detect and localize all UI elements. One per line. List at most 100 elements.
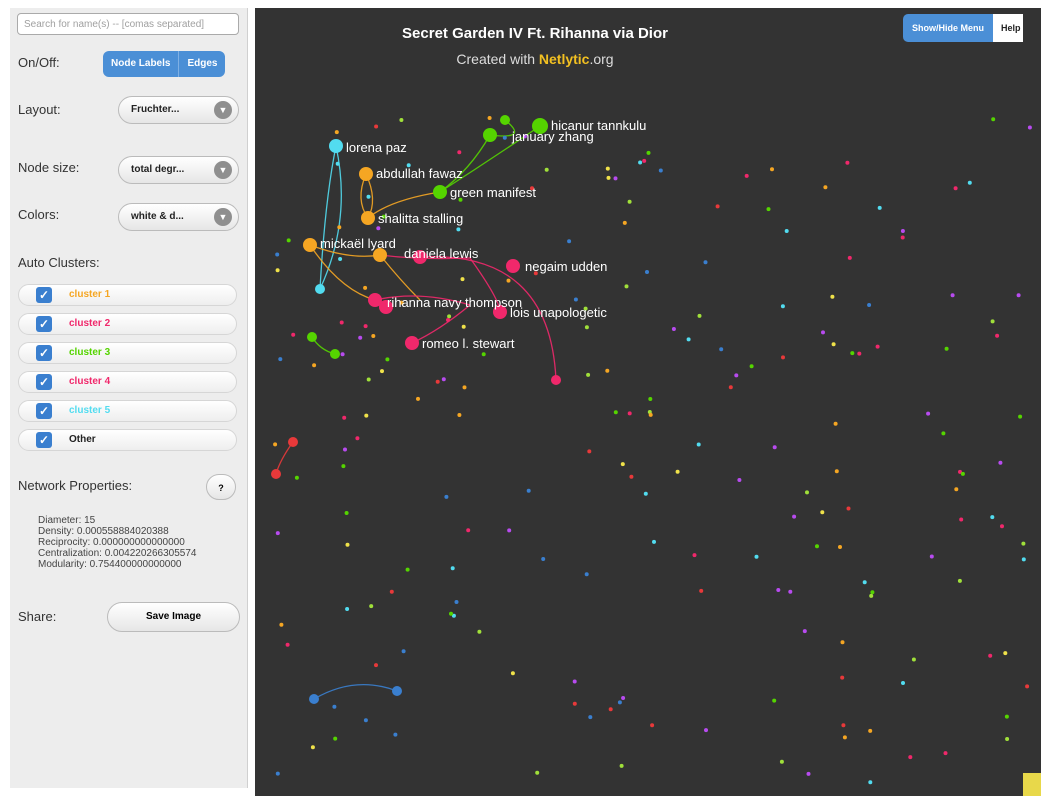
graph-node[interactable] bbox=[466, 528, 471, 533]
graph-node[interactable] bbox=[908, 755, 913, 760]
graph-node[interactable] bbox=[749, 364, 754, 369]
graph-node[interactable] bbox=[868, 780, 873, 785]
graph-node[interactable] bbox=[285, 642, 290, 647]
graph-node[interactable] bbox=[988, 653, 993, 658]
cluster-row[interactable]: ✓ cluster 5 bbox=[18, 400, 237, 422]
graph-node[interactable] bbox=[754, 554, 759, 559]
graph-node[interactable] bbox=[477, 629, 482, 634]
graph-node[interactable] bbox=[392, 686, 402, 696]
graph-node[interactable] bbox=[374, 124, 379, 129]
graph-node[interactable] bbox=[990, 515, 995, 520]
graph-node[interactable] bbox=[1004, 714, 1009, 719]
graph-node[interactable] bbox=[307, 332, 317, 342]
graph-node[interactable] bbox=[605, 368, 610, 373]
graph-node[interactable] bbox=[309, 694, 319, 704]
help-button[interactable]: ? bbox=[206, 474, 236, 500]
graph-node[interactable] bbox=[941, 431, 946, 436]
graph-node[interactable] bbox=[862, 580, 867, 585]
edges-button[interactable]: Edges bbox=[178, 51, 226, 77]
graph-node[interactable] bbox=[399, 118, 404, 122]
graph-node[interactable] bbox=[416, 396, 420, 401]
graph-node[interactable] bbox=[332, 704, 337, 709]
graph-node[interactable] bbox=[770, 167, 774, 172]
graph-node[interactable] bbox=[584, 325, 589, 330]
graph-node[interactable] bbox=[734, 373, 739, 378]
graph-node[interactable] bbox=[929, 554, 934, 559]
cluster-checkbox[interactable]: ✓ bbox=[36, 316, 52, 332]
graph-node[interactable] bbox=[338, 257, 343, 261]
graph-node[interactable] bbox=[645, 270, 649, 274]
graph-node[interactable] bbox=[450, 566, 455, 571]
graph-node[interactable] bbox=[967, 180, 972, 185]
graph-node[interactable] bbox=[821, 330, 825, 335]
graph-node[interactable] bbox=[619, 763, 624, 768]
graph-node[interactable] bbox=[643, 491, 648, 496]
graph-node[interactable] bbox=[606, 175, 611, 180]
graph-node[interactable] bbox=[444, 494, 449, 499]
graph-node[interactable] bbox=[510, 671, 515, 676]
graph-node[interactable] bbox=[704, 728, 708, 733]
graph-node[interactable] bbox=[781, 355, 785, 360]
graph-node[interactable] bbox=[1025, 684, 1030, 689]
cluster-checkbox[interactable]: ✓ bbox=[36, 374, 52, 390]
graph-node[interactable] bbox=[551, 375, 561, 385]
cluster-row[interactable]: ✓ cluster 2 bbox=[18, 313, 237, 335]
graph-node[interactable] bbox=[344, 511, 349, 515]
graph-node[interactable] bbox=[646, 150, 651, 155]
graph-node[interactable] bbox=[648, 397, 653, 401]
graph-node[interactable] bbox=[588, 715, 593, 720]
graph-node[interactable] bbox=[340, 352, 345, 357]
graph-node[interactable] bbox=[823, 185, 828, 190]
graph-node[interactable] bbox=[675, 469, 680, 474]
graph-node[interactable] bbox=[838, 545, 842, 549]
graph-node[interactable] bbox=[613, 176, 618, 181]
graph-node[interactable] bbox=[359, 167, 373, 181]
graph-node[interactable] bbox=[815, 544, 819, 549]
network-graph[interactable]: hicanur tannkulujanuary zhanglorena paza… bbox=[255, 8, 1041, 796]
graph-node[interactable] bbox=[541, 557, 546, 561]
graph-node[interactable] bbox=[1003, 651, 1008, 656]
graph-node[interactable] bbox=[805, 490, 809, 495]
cluster-row[interactable]: ✓ cluster 3 bbox=[18, 342, 237, 364]
graph-node[interactable] bbox=[990, 319, 995, 324]
graph-node[interactable] bbox=[506, 259, 520, 273]
graph-node[interactable] bbox=[389, 589, 394, 594]
graph-node[interactable] bbox=[950, 293, 955, 298]
graph-node[interactable] bbox=[586, 372, 591, 377]
graph-node[interactable] bbox=[275, 771, 280, 776]
graph-node[interactable] bbox=[900, 229, 905, 233]
graph-node[interactable] bbox=[957, 578, 962, 583]
graph-node[interactable] bbox=[502, 135, 507, 140]
graph-node[interactable] bbox=[433, 185, 447, 199]
graph-node[interactable] bbox=[333, 736, 338, 741]
graph-node[interactable] bbox=[926, 411, 931, 416]
graph-node[interactable] bbox=[364, 413, 369, 418]
graph-node[interactable] bbox=[279, 622, 284, 627]
graph-node[interactable] bbox=[315, 284, 325, 294]
graph-node[interactable] bbox=[833, 421, 838, 426]
graph-node[interactable] bbox=[462, 385, 467, 390]
graph-node[interactable] bbox=[1021, 557, 1026, 562]
graph-node[interactable] bbox=[857, 351, 862, 356]
graph-node[interactable] bbox=[506, 278, 511, 283]
graph-node[interactable] bbox=[366, 377, 371, 382]
graph-node[interactable] bbox=[622, 220, 627, 225]
graph-node[interactable] bbox=[446, 318, 450, 322]
graph-node[interactable] bbox=[846, 506, 851, 511]
graph-node[interactable] bbox=[342, 415, 347, 420]
graph-node[interactable] bbox=[454, 600, 459, 604]
graph-node[interactable] bbox=[901, 681, 905, 685]
graph-node[interactable] bbox=[312, 363, 317, 368]
graph-node[interactable] bbox=[617, 700, 622, 705]
graph-node[interactable] bbox=[671, 327, 676, 331]
graph-node[interactable] bbox=[766, 207, 771, 212]
graph-node[interactable] bbox=[393, 732, 398, 737]
graph-node[interactable] bbox=[361, 211, 375, 225]
graph-node[interactable] bbox=[363, 285, 368, 290]
graph-node[interactable] bbox=[772, 445, 777, 450]
graph-node[interactable] bbox=[345, 607, 350, 611]
graph-node[interactable] bbox=[573, 297, 578, 302]
graph-node[interactable] bbox=[271, 469, 281, 479]
graph-node[interactable] bbox=[608, 707, 613, 712]
graph-node[interactable] bbox=[345, 542, 350, 547]
